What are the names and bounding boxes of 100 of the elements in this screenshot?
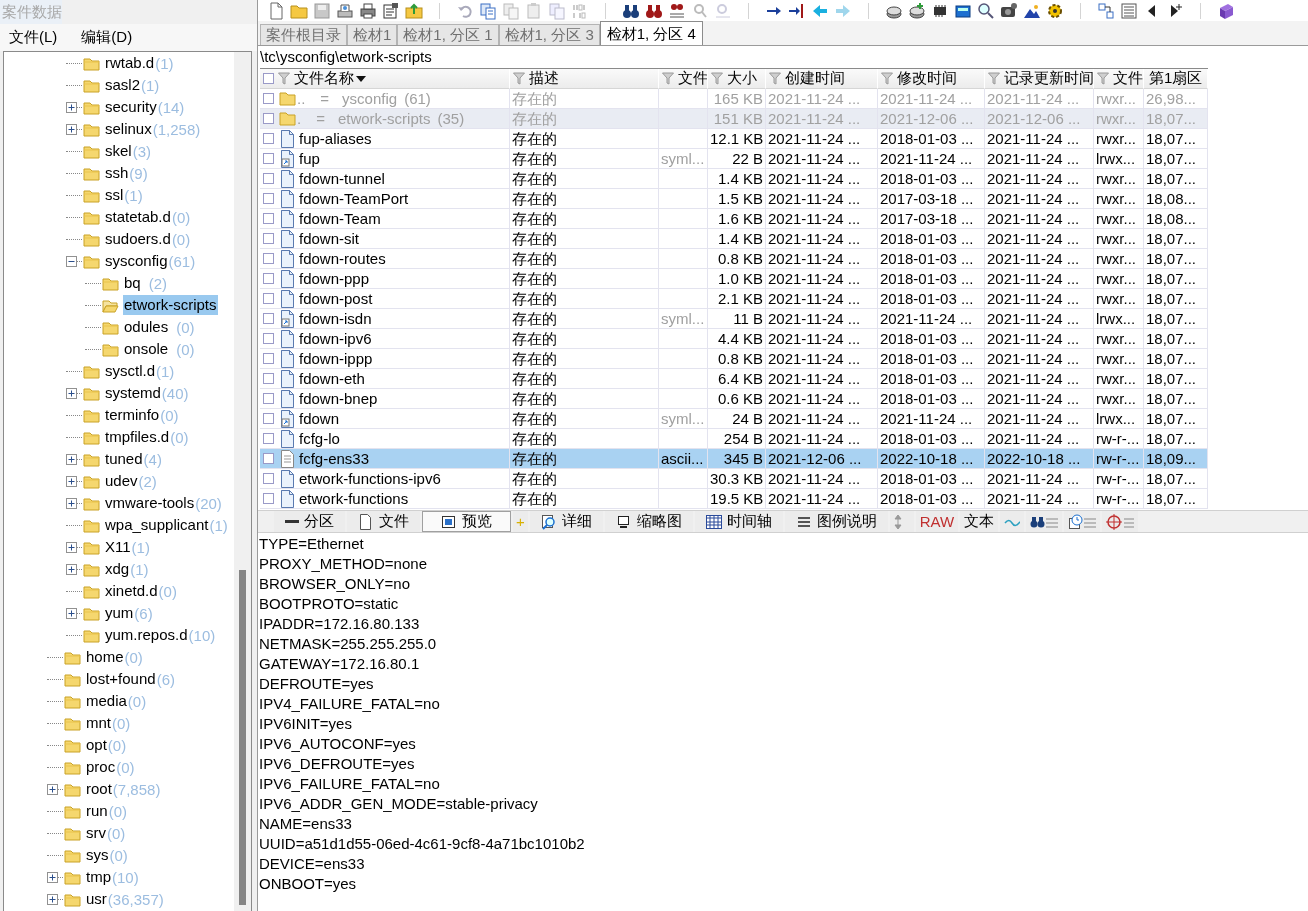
expand-toggle[interactable] xyxy=(66,607,77,619)
table-row[interactable]: fup 存在的 syml... 22 B 2021-11-24 ... 2021-11-24 ... 2021-11-24 ... lrwx... 18,07... xyxy=(260,149,1208,169)
expand-toggle[interactable] xyxy=(66,563,77,575)
tab[interactable]: 检材1 xyxy=(347,24,398,45)
tab[interactable]: 案件根目录 xyxy=(260,24,347,45)
folder-name[interactable]: bq xyxy=(123,273,142,293)
filter-icon[interactable] xyxy=(711,72,723,85)
checkbox[interactable] xyxy=(263,313,274,324)
folder-name[interactable]: onsole xyxy=(123,339,170,359)
expand-toggle[interactable] xyxy=(66,101,77,113)
copy-icon[interactable] xyxy=(479,1,497,20)
layout-icon[interactable] xyxy=(1097,1,1115,20)
view-tab[interactable]: 分区 xyxy=(274,511,345,532)
copy-icon[interactable] xyxy=(502,1,520,20)
table-row[interactable]: fdown-TeamPort 存在的 1.5 KB 2021-11-24 ... 2017-03-18 ... 2021-11-24 ... rwxr... 18,08... xyxy=(260,189,1208,209)
filter-icon[interactable] xyxy=(278,72,290,85)
expand-toggle[interactable] xyxy=(66,123,77,135)
folder-name[interactable]: sysctl.d xyxy=(104,361,156,381)
folder-name[interactable]: sysconfig xyxy=(104,251,169,271)
view-tab[interactable]: 详细 xyxy=(529,511,603,532)
expand-toggle[interactable] xyxy=(66,475,77,487)
checkbox[interactable] xyxy=(263,293,274,304)
menu-item[interactable]: 文件(L) xyxy=(8,28,59,47)
checkbox[interactable] xyxy=(263,333,274,344)
folder-name[interactable]: selinux xyxy=(104,119,153,139)
folder-name[interactable]: security xyxy=(104,97,158,117)
folder-name[interactable]: run xyxy=(85,801,109,821)
expand-toggle[interactable] xyxy=(66,497,77,509)
folder-name[interactable]: yum.repos.d xyxy=(104,625,189,645)
table-row[interactable]: fdown-ipv6 存在的 4.4 KB 2021-11-24 ... 2018-01-03 ... 2021-11-24 ... rwxr... 18,07... xyxy=(260,329,1208,349)
view-tab[interactable]: 预览 xyxy=(422,511,511,532)
column-header[interactable]: 大小 xyxy=(708,69,766,89)
expand-toggle[interactable] xyxy=(66,453,77,465)
checkbox[interactable] xyxy=(263,213,274,224)
copy-icon[interactable] xyxy=(548,1,566,20)
menu-item[interactable]: 编辑(D) xyxy=(80,28,134,47)
folder-name[interactable]: mnt xyxy=(85,713,112,733)
table-row[interactable]: fdown-bnep 存在的 0.6 KB 2021-11-24 ... 2018-01-03 ... 2021-11-24 ... rwxr... 18,07... xyxy=(260,389,1208,409)
export-icon[interactable] xyxy=(405,1,423,20)
folder-name[interactable]: ssl xyxy=(104,185,125,205)
column-header[interactable]: 文件 xyxy=(1094,69,1144,89)
checkbox[interactable] xyxy=(263,373,274,384)
table-row[interactable]: fdown-routes 存在的 0.8 KB 2021-11-24 ... 2018-01-03 ... 2021-11-24 ... rwxr... 18,07... xyxy=(260,249,1208,269)
checkbox[interactable] xyxy=(263,273,274,284)
column-header[interactable]: 修改时间 xyxy=(878,69,985,89)
folder-name[interactable]: yum xyxy=(104,603,135,623)
checkbox[interactable] xyxy=(263,193,274,204)
checkbox[interactable] xyxy=(263,73,274,84)
checkbox[interactable] xyxy=(263,353,274,364)
table-row[interactable]: fdown 存在的 syml... 24 B 2021-11-24 ... 2021-11-24 ... 2021-11-24 ... lrwx... 18,07... xyxy=(260,409,1208,429)
checkbox[interactable] xyxy=(263,93,274,104)
folder-name[interactable]: tuned xyxy=(104,449,144,469)
filter-icon[interactable] xyxy=(662,72,674,85)
paste-icon[interactable] xyxy=(525,1,543,20)
folder-name[interactable]: sys xyxy=(85,845,110,865)
expand-toggle[interactable] xyxy=(66,541,77,553)
clock-list-icon[interactable] xyxy=(1064,511,1101,532)
folder-name[interactable]: lost+found xyxy=(85,669,157,689)
column-header[interactable]: 第1扇区 xyxy=(1144,69,1208,89)
view-tab[interactable]: 文件 xyxy=(347,511,420,532)
filter-icon[interactable] xyxy=(988,72,1000,85)
checkbox[interactable] xyxy=(263,253,274,264)
properties-icon[interactable] xyxy=(382,1,400,20)
folder-name[interactable]: rwtab.d xyxy=(104,53,156,73)
expand-toggle[interactable] xyxy=(66,387,77,399)
expand-toggle[interactable] xyxy=(47,893,58,905)
new-file-icon[interactable] xyxy=(267,1,285,20)
filter-icon[interactable] xyxy=(769,72,781,85)
list-icon[interactable] xyxy=(1120,1,1138,20)
folder-name[interactable]: home xyxy=(85,647,125,667)
folder-name[interactable]: proc xyxy=(85,757,117,777)
folder-name[interactable]: X11 xyxy=(104,537,132,557)
folder-name[interactable]: srv xyxy=(85,823,107,843)
binary-icon[interactable] xyxy=(571,1,589,20)
scanner-icon[interactable] xyxy=(336,1,354,20)
folder-name[interactable]: root xyxy=(85,779,113,799)
folder-name[interactable]: terminfo xyxy=(104,405,161,425)
table-row[interactable]: fdown-post 存在的 2.1 KB 2021-11-24 ... 2018-01-03 ... 2021-11-24 ... rwxr... 18,07... xyxy=(260,289,1208,309)
folder-name[interactable]: sudoers.d xyxy=(104,229,172,249)
arrow-to-bar-icon[interactable] xyxy=(788,1,806,20)
checkbox[interactable] xyxy=(263,393,274,404)
folder-name[interactable]: usr xyxy=(85,889,108,909)
folder-name[interactable]: sasl2 xyxy=(104,75,142,95)
checkbox[interactable] xyxy=(263,433,274,444)
table-row[interactable]: fcfg-ens33 存在的 ascii... 345 B 2021-12-06 ... 2022-10-18 ... 2022-10-18 ... rw-r-... 18,09... xyxy=(260,449,1208,469)
folder-name[interactable]: tmpfiles.d xyxy=(104,427,171,447)
folder-name[interactable]: xdg xyxy=(104,559,131,579)
table-row[interactable]: fdown-isdn 存在的 syml... 11 B 2021-11-24 ... 2021-11-24 ... 2021-11-24 ... lrwx... 18,07... xyxy=(260,309,1208,329)
column-header[interactable]: 创建时间 xyxy=(766,69,878,89)
view-tab[interactable]: 时间轴 xyxy=(694,511,783,532)
camera-icon[interactable] xyxy=(1000,1,1018,20)
crosshair-list-icon[interactable] xyxy=(1102,511,1139,532)
gear-icon[interactable] xyxy=(1046,1,1064,20)
collapse-toggle[interactable] xyxy=(66,255,77,267)
folder-name[interactable]: udev xyxy=(104,471,139,491)
table-row[interactable]: fup-aliases 存在的 12.1 KB 2021-11-24 ... 2018-01-03 ... 2021-11-24 ... rwxr... 18,07... xyxy=(260,129,1208,149)
checkbox[interactable] xyxy=(263,453,274,464)
view-tab[interactable]: 文本 xyxy=(960,511,999,532)
expand-toggle[interactable] xyxy=(47,783,58,795)
folder-name[interactable]: xinetd.d xyxy=(104,581,159,601)
